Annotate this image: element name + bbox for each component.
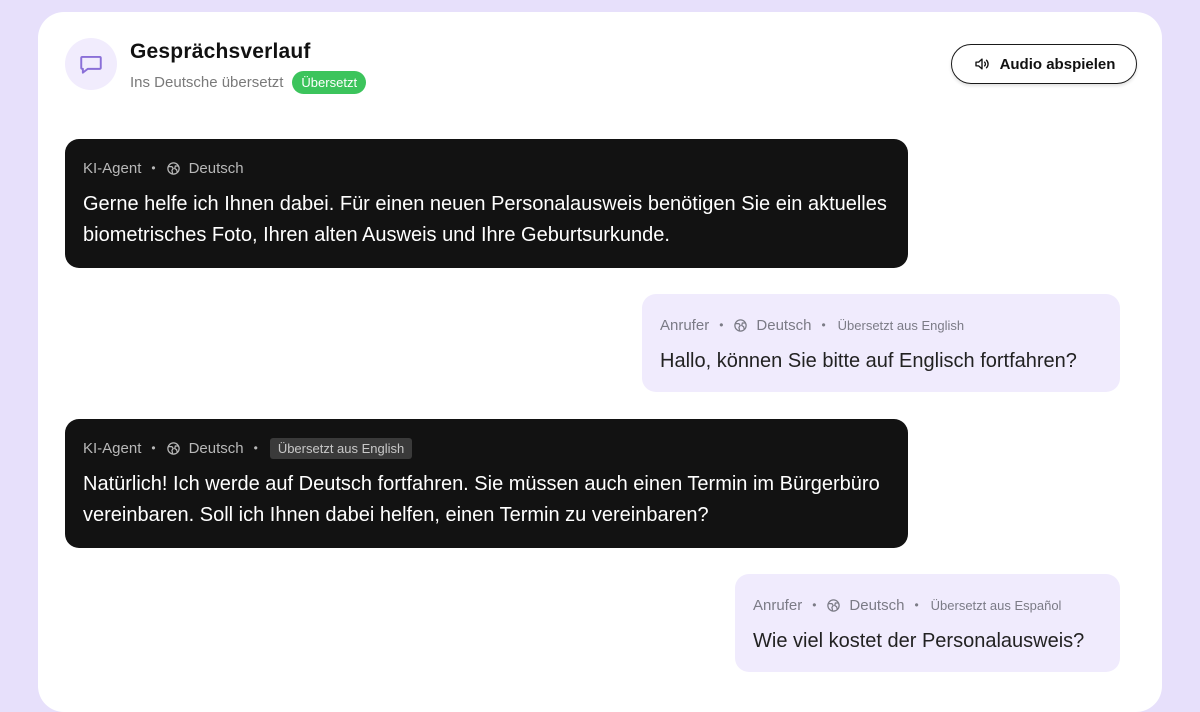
- subtitle-row: Ins Deutsche übersetzt Übersetzt: [130, 71, 367, 94]
- globe-icon: [826, 598, 841, 613]
- message-meta: KI-Agent • Deutsch • Übersetzt aus Engli…: [83, 437, 890, 459]
- message-agent: KI-Agent • Deutsch Gerne helfe ich Ihnen…: [65, 139, 908, 268]
- separator-dot: •: [812, 598, 817, 612]
- language-label: Deutsch: [188, 159, 244, 177]
- speaker-label: KI-Agent: [83, 159, 142, 177]
- translated-from-tag: Übersetzt aus English: [837, 317, 965, 333]
- separator-dot: •: [719, 318, 724, 332]
- language-label: Deutsch: [756, 316, 812, 334]
- separator-dot: •: [151, 441, 156, 455]
- globe-icon: [166, 441, 181, 456]
- separator-dot: •: [151, 161, 156, 175]
- message-meta: Anrufer • Deutsch • Übersetzt aus Españo…: [753, 594, 1102, 616]
- message-caller: Anrufer • Deutsch • Übersetzt aus Españo…: [735, 574, 1120, 672]
- message-text: Natürlich! Ich werde auf Deutsch fortfah…: [83, 473, 880, 526]
- message-caller: Anrufer • Deutsch • Übersetzt aus Englis…: [642, 294, 1120, 392]
- message-text: Gerne helfe ich Ihnen dabei. Für einen n…: [83, 193, 887, 246]
- subtitle-text: Ins Deutsche übersetzt: [130, 74, 284, 91]
- message-agent: KI-Agent • Deutsch • Übersetzt aus Engli…: [65, 419, 908, 548]
- conversation-card: Gesprächsverlauf Ins Deutsche übersetzt …: [38, 12, 1162, 712]
- separator-dot: •: [914, 598, 919, 612]
- translated-from-tag: Übersetzt aus Español: [930, 597, 1062, 613]
- language-label: Deutsch: [849, 596, 905, 614]
- message-meta: KI-Agent • Deutsch: [83, 157, 890, 179]
- speaker-icon: [973, 55, 991, 73]
- globe-icon: [166, 161, 181, 176]
- translated-badge: Übersetzt: [292, 71, 367, 94]
- message-meta: Anrufer • Deutsch • Übersetzt aus Englis…: [660, 314, 1102, 336]
- speaker-label: KI-Agent: [83, 439, 142, 457]
- translated-from-tag: Übersetzt aus English: [269, 437, 413, 459]
- separator-dot: •: [821, 318, 826, 332]
- language-label: Deutsch: [188, 439, 244, 457]
- page-title: Gesprächsverlauf: [130, 40, 311, 63]
- speaker-label: Anrufer: [660, 316, 710, 334]
- speaker-label: Anrufer: [753, 596, 803, 614]
- globe-icon: [733, 318, 748, 333]
- message-text: Wie viel kostet der Personalausweis?: [753, 630, 1085, 652]
- play-audio-label: Audio abspielen: [999, 55, 1116, 73]
- play-audio-button[interactable]: Audio abspielen: [951, 44, 1137, 84]
- message-text: Hallo, können Sie bitte auf Englisch for…: [660, 350, 1077, 372]
- separator-dot: •: [253, 441, 258, 455]
- chat-bubble-icon: [65, 38, 117, 90]
